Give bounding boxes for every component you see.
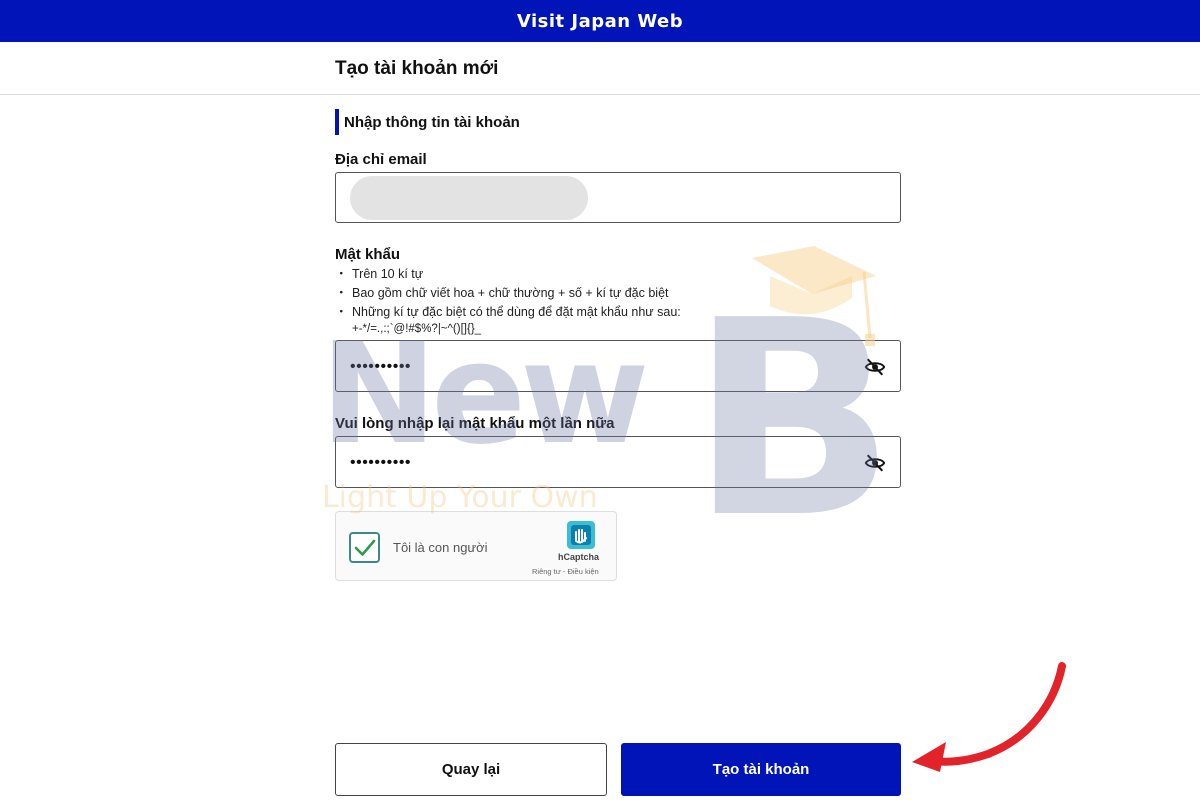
hcaptcha-widget: Tôi là con người hCaptcha Riêng tư - Điề… xyxy=(335,511,617,581)
confirm-password-masked-value: •••••••••• xyxy=(350,454,412,471)
hcaptcha-links[interactable]: Riêng tư - Điều kiện xyxy=(532,567,599,576)
email-field[interactable] xyxy=(335,172,901,223)
password-rules: Trên 10 kí tự Bao gồm chữ viết hoa + chữ… xyxy=(335,265,757,337)
top-bar: Visit Japan Web xyxy=(0,0,1200,42)
password-field[interactable]: •••••••••• xyxy=(335,340,901,392)
password-rule-text: Những kí tự đặc biệt có thể dùng để đặt … xyxy=(352,305,681,319)
page-title: Tạo tài khoản mới xyxy=(335,58,499,79)
email-label: Địa chỉ email xyxy=(335,151,427,168)
page-header: Tạo tài khoản mới xyxy=(0,42,1200,95)
checkmark-icon xyxy=(354,539,376,556)
eye-slash-icon[interactable] xyxy=(864,356,886,378)
password-rule: Trên 10 kí tự xyxy=(335,265,757,284)
password-masked-value: •••••••••• xyxy=(350,358,412,375)
email-value-redacted xyxy=(350,176,588,220)
create-account-button[interactable]: Tạo tài khoản xyxy=(621,743,901,796)
back-button[interactable]: Quay lại xyxy=(335,743,607,796)
app-title: Visit Japan Web xyxy=(516,10,684,32)
captcha-label: Tôi là con người xyxy=(393,540,488,555)
password-rule: Bao gồm chữ viết hoa + chữ thường + số +… xyxy=(335,284,757,303)
red-arrow-annotation xyxy=(912,662,1066,772)
eye-slash-icon[interactable] xyxy=(864,452,886,474)
password-rule: Những kí tự đặc biệt có thể dùng để đặt … xyxy=(335,303,757,337)
hcaptcha-brand: hCaptcha xyxy=(558,552,600,562)
captcha-checkbox[interactable] xyxy=(349,532,380,563)
section-title: Nhập thông tin tài khoản xyxy=(335,109,520,135)
confirm-password-label: Vui lòng nhập lại mật khẩu một lần nữa xyxy=(335,415,615,432)
password-label: Mật khẩu xyxy=(335,246,401,263)
confirm-password-field[interactable]: •••••••••• xyxy=(335,436,901,488)
hcaptcha-logo-icon xyxy=(567,521,595,549)
password-special-chars: +-*/=.,:;`@!#$%?|~^()[]{}_ xyxy=(352,323,482,335)
